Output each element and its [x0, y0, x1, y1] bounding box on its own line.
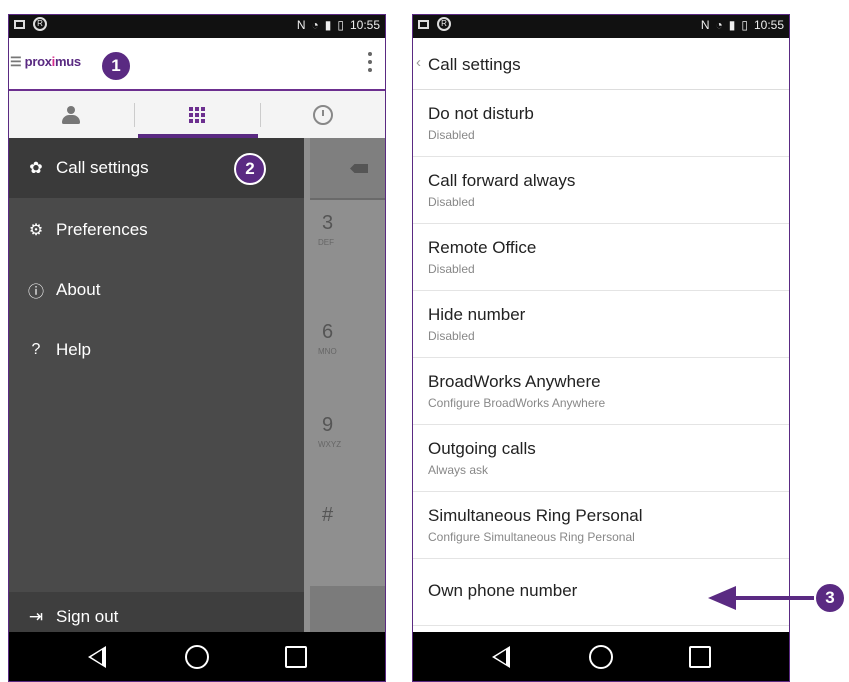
gears-icon: ⚙ [28, 222, 44, 239]
drawer-item-label: About [56, 280, 101, 299]
left-phone-screen: R N ◔ ▮ ▯ 10:55 ☰ proximus 3 DEF 6 MNO 9… [8, 14, 386, 682]
setting-subtitle: Disabled [428, 128, 475, 142]
home-icon[interactable] [589, 645, 613, 669]
setting-subtitle: Disabled [428, 195, 475, 209]
tab-contacts[interactable] [8, 91, 134, 138]
setting-simultaneous-ring[interactable]: Simultaneous Ring Personal Configure Sim… [412, 492, 790, 559]
back-chevron-icon[interactable]: ‹ [416, 54, 421, 71]
call-button[interactable] [310, 586, 386, 632]
setting-title: Call forward always [428, 171, 576, 190]
tab-bar [8, 91, 386, 139]
setting-broadworks-anywhere[interactable]: BroadWorks Anywhere Configure BroadWorks… [412, 358, 790, 425]
setting-call-forward-always[interactable]: Call forward always Disabled [412, 157, 790, 224]
dial-letters: MNO [318, 347, 337, 356]
dialpad-icon [189, 106, 205, 123]
notification-icon [14, 19, 25, 29]
setting-subtitle: Disabled [428, 262, 475, 276]
setting-title: Remote Office [428, 238, 537, 257]
right-phone-screen: R N ◔ ▮ ▯ 10:55 ‹ Call settings Do not d… [412, 14, 790, 682]
drawer-item-label: Help [56, 340, 91, 359]
registered-icon: R [33, 17, 47, 31]
backspace-icon[interactable] [310, 138, 386, 200]
callout-badge-2: 2 [234, 153, 266, 185]
signal-icon: ▮ [324, 18, 332, 32]
status-bar: R N ◔ ▮ ▯ 10:55 [412, 14, 790, 38]
signal-icon: ▮ [728, 18, 736, 32]
dial-digit[interactable]: 3 [322, 212, 333, 235]
navigation-drawer: ✿ Call settings ⚙ Preferences ⓘ About ? … [8, 138, 304, 642]
battery-icon: ▯ [741, 18, 748, 32]
battery-icon: ▯ [337, 18, 344, 32]
dial-digit[interactable]: 6 [322, 321, 333, 344]
dial-letters: DEF [318, 238, 334, 247]
callout-badge-1: 1 [100, 50, 132, 82]
clock-time: 10:55 [349, 18, 380, 32]
gear-icon: ✿ [29, 160, 43, 177]
setting-subtitle: Configure Simultaneous Ring Personal [428, 530, 635, 544]
settings-list: Do not disturb Disabled Call forward alw… [412, 90, 790, 626]
callout-arrow-head [708, 586, 736, 610]
setting-outgoing-calls[interactable]: Outgoing calls Always ask [412, 425, 790, 492]
nfc-icon: N [700, 18, 710, 32]
setting-title: Outgoing calls [428, 439, 536, 458]
recents-icon[interactable] [689, 646, 711, 668]
back-icon[interactable] [492, 646, 510, 668]
wifi-icon: ◔ [715, 18, 723, 32]
person-icon [62, 105, 80, 124]
setting-do-not-disturb[interactable]: Do not disturb Disabled [412, 90, 790, 157]
tab-history[interactable] [260, 91, 386, 138]
wifi-icon: ◔ [311, 18, 319, 32]
setting-title: Simultaneous Ring Personal [428, 506, 643, 525]
history-icon [313, 104, 333, 125]
sign-out-label: Sign out [56, 607, 119, 626]
info-icon: ⓘ [27, 284, 44, 301]
drawer-item-label: Preferences [56, 220, 148, 239]
system-nav-bar [412, 632, 790, 682]
dial-digit[interactable]: 9 [322, 414, 333, 437]
home-icon[interactable] [185, 645, 209, 669]
page-title: Call settings [428, 55, 521, 74]
drawer-item-about[interactable]: ⓘ About [8, 260, 304, 320]
overflow-menu-icon[interactable] [368, 52, 374, 72]
status-bar: R N ◔ ▮ ▯ 10:55 [8, 14, 386, 38]
proximus-logo[interactable]: ☰ proximus [10, 54, 81, 70]
drawer-item-label: Call settings [56, 158, 149, 177]
drawer-item-help[interactable]: ? Help [8, 320, 304, 380]
sign-out-icon: ⇥ [28, 607, 44, 626]
recents-icon[interactable] [285, 646, 307, 668]
back-icon[interactable] [88, 646, 106, 668]
tab-dialpad[interactable] [134, 91, 260, 138]
dial-digit[interactable]: # [322, 504, 333, 527]
nfc-icon: N [296, 18, 306, 32]
setting-remote-office[interactable]: Remote Office Disabled [412, 224, 790, 291]
clock-time: 10:55 [753, 18, 784, 32]
callout-arrow-line [734, 596, 814, 600]
setting-title: BroadWorks Anywhere [428, 372, 601, 391]
setting-title: Hide number [428, 305, 526, 324]
notification-icon [418, 19, 429, 29]
system-nav-bar [8, 632, 386, 682]
setting-title: Do not disturb [428, 104, 534, 123]
setting-hide-number[interactable]: Hide number Disabled [412, 291, 790, 358]
setting-subtitle: Configure BroadWorks Anywhere [428, 396, 606, 410]
app-bar: ☰ proximus [8, 38, 386, 91]
dialer-background: 3 DEF 6 MNO 9 WXYZ # [304, 138, 386, 632]
registered-icon: R [437, 17, 451, 31]
setting-subtitle: Always ask [428, 463, 489, 477]
setting-subtitle: Disabled [428, 329, 475, 343]
drawer-item-preferences[interactable]: ⚙ Preferences [8, 200, 304, 260]
question-icon: ? [31, 341, 41, 358]
call-settings-header: ‹ Call settings [412, 38, 790, 90]
callout-badge-3: 3 [814, 582, 846, 614]
dial-letters: WXYZ [318, 440, 342, 449]
